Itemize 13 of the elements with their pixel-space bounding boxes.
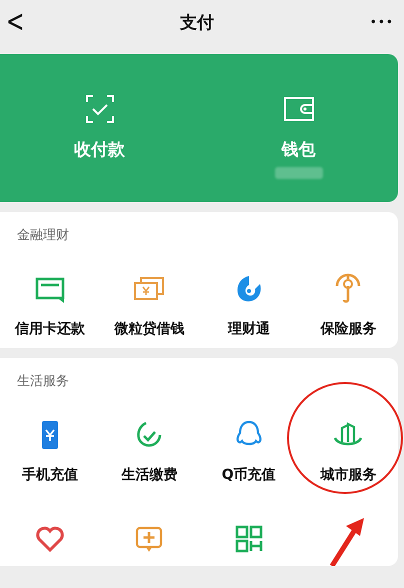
section-title: 生活服务	[16, 373, 70, 390]
section-title: 金融理财	[16, 227, 70, 244]
service-label[interactable]: 生活缴费	[121, 466, 178, 484]
more-button[interactable]: •••	[370, 15, 394, 29]
service-label[interactable]: Q币充值	[222, 466, 276, 484]
service-label[interactable]: 保险服务	[320, 320, 376, 338]
service-label[interactable]: 微粒贷借钱	[114, 320, 184, 338]
service-label[interactable]: 信用卡还款	[14, 320, 85, 338]
service-label[interactable]: 手机充值	[22, 466, 78, 484]
service-label[interactable]: 理财通	[228, 320, 270, 338]
back-button[interactable]: <	[6, 4, 24, 40]
page-title: 支付	[180, 12, 214, 34]
service-label[interactable]: 城市服务	[320, 466, 376, 484]
